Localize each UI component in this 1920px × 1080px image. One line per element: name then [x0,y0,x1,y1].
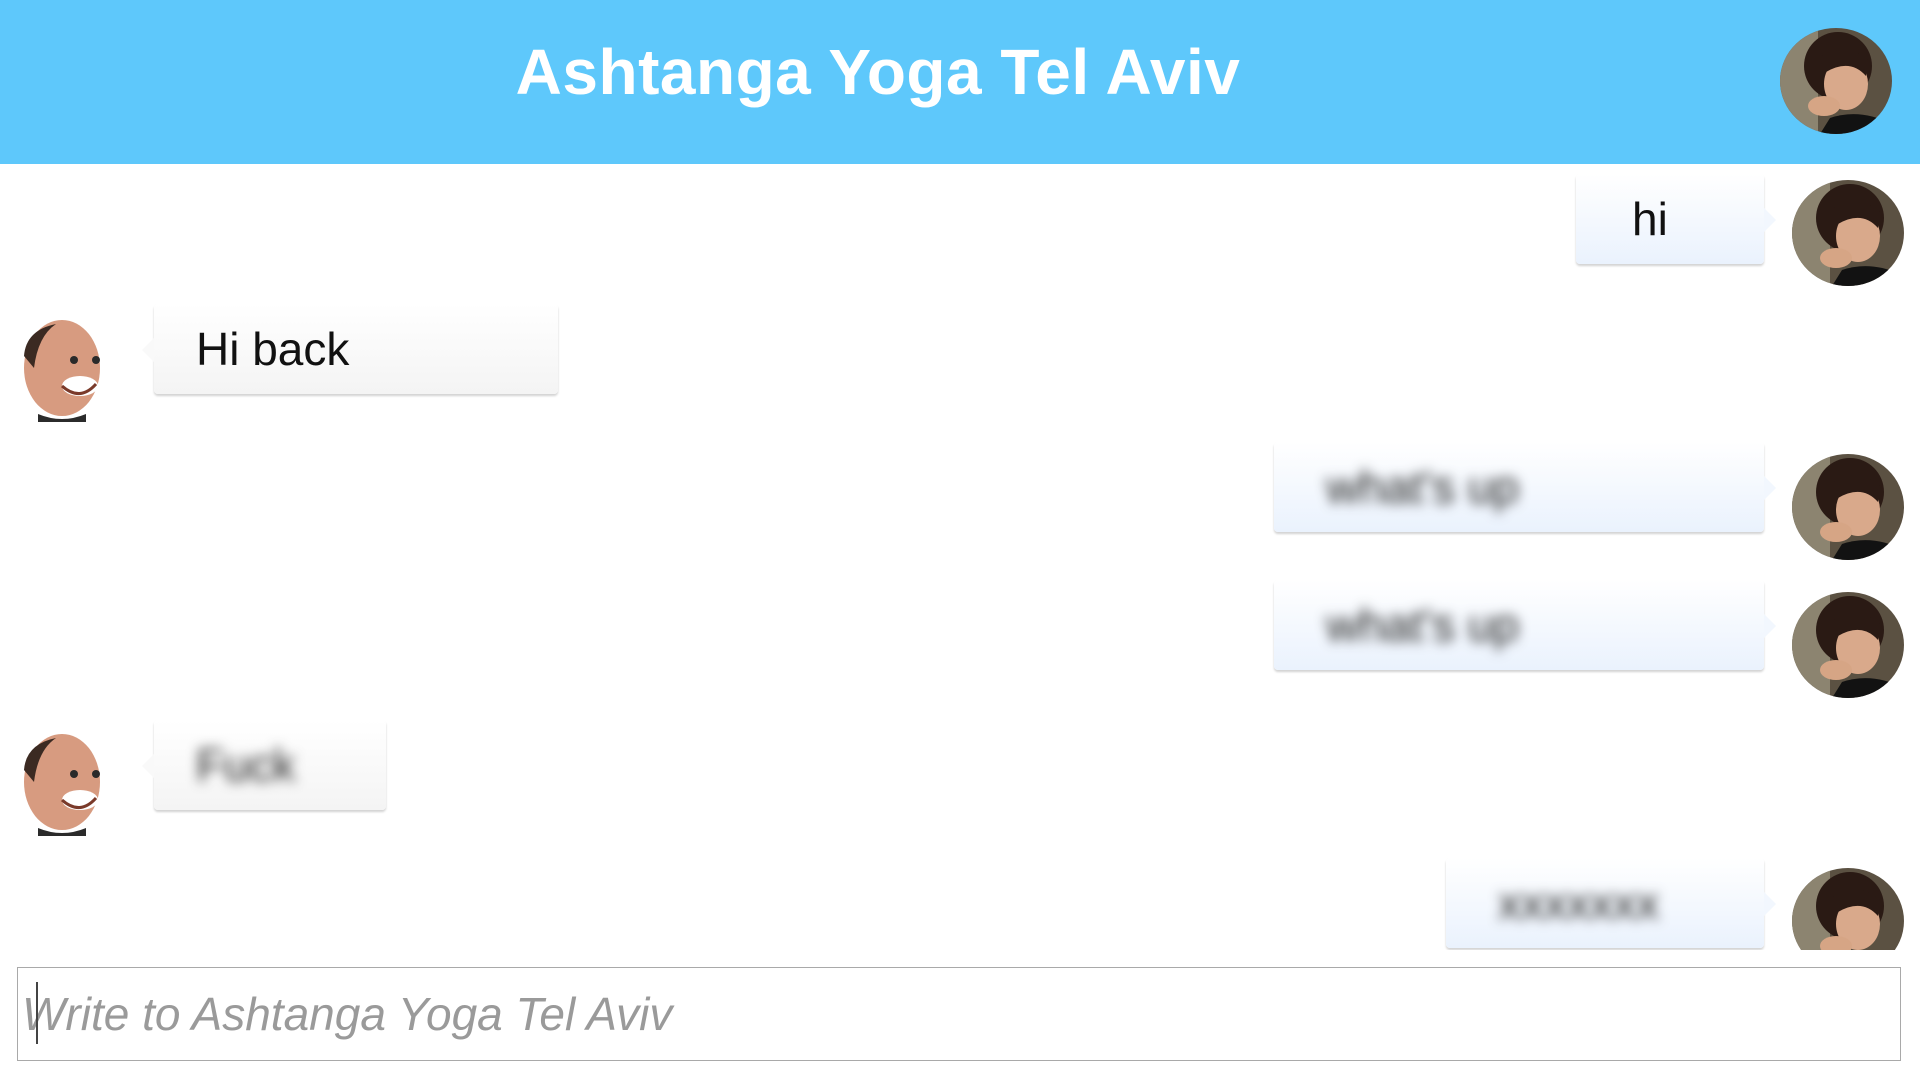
woman-avatar-icon[interactable] [1792,180,1904,286]
message-text: xxxxxxx [1498,877,1659,929]
message-text: Fuck [196,739,296,791]
message-text: Hi back [196,323,350,375]
woman-avatar-icon[interactable] [1792,592,1904,698]
message-bubble-received[interactable]: Hi back [142,304,558,394]
message-bubble-sent[interactable]: xxxxxxx [1446,858,1776,948]
message-input[interactable] [22,968,1892,1060]
message-bubble-sent[interactable]: what's up [1274,580,1776,670]
message-bubble-received[interactable]: Fuck [142,720,386,810]
woman-avatar-icon[interactable] [1792,454,1904,560]
message-text: what's up [1326,599,1519,651]
message-list[interactable]: hi Hi back what's up what's up Fuck xxxx… [0,164,1920,950]
text-caret [36,982,38,1044]
woman-avatar-icon[interactable] [1780,28,1892,134]
chat-title: Ashtanga Yoga Tel Aviv [515,36,1241,108]
woman-avatar-icon[interactable] [1792,868,1904,950]
message-bubble-sent[interactable]: hi [1576,174,1776,264]
message-composer[interactable] [17,967,1901,1061]
man-avatar-icon[interactable] [16,730,110,836]
chat-header: Ashtanga Yoga Tel Aviv [0,0,1920,164]
message-text: hi [1632,193,1668,245]
message-text: what's up [1326,461,1519,513]
man-avatar-icon[interactable] [16,316,110,422]
message-bubble-sent[interactable]: what's up [1274,442,1776,532]
chat-window: Ashtanga Yoga Tel Aviv hi Hi back what's… [0,0,1920,1080]
